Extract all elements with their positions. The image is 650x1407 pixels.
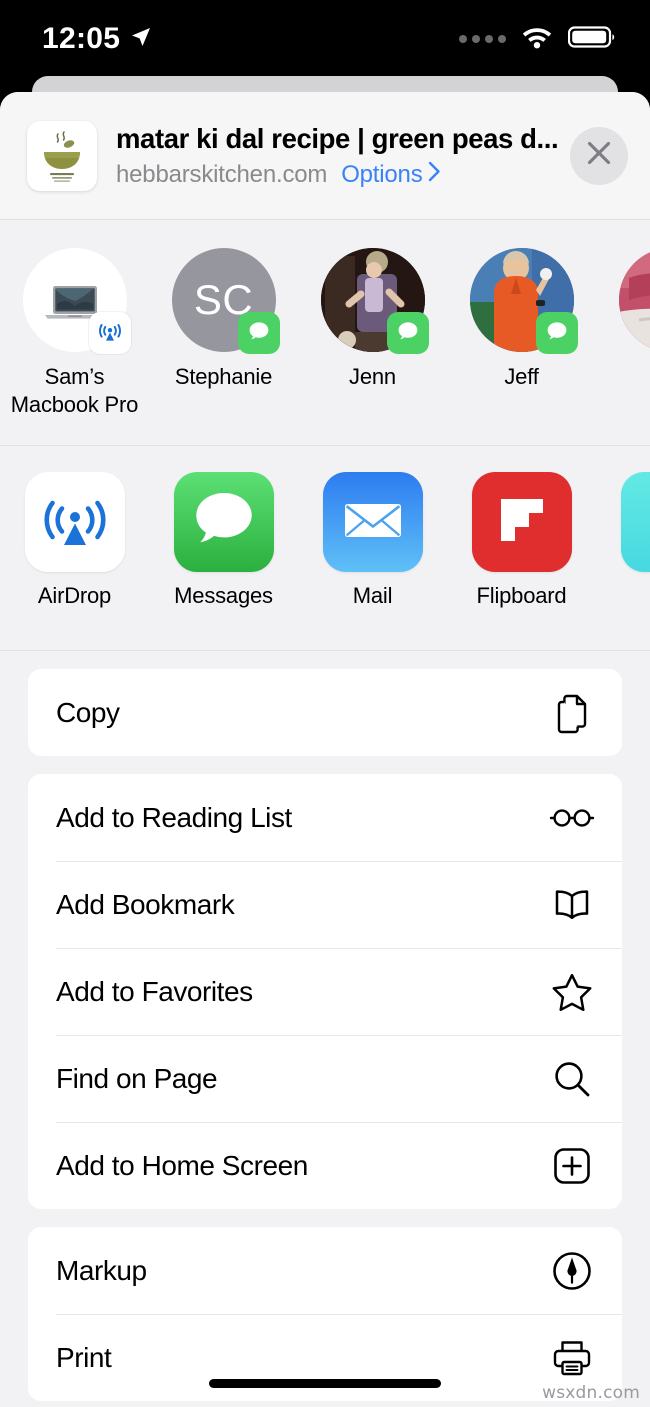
watermark: wsxdn.com [542,1383,640,1403]
action-lists: Copy Add to Reading List Add Bookmark Ad… [0,651,650,1401]
action-group: Copy [28,669,622,756]
airdrop-icon [95,316,125,351]
page-title: matar ki dal recipe | green peas d... [116,122,558,154]
action-row-add-favorites[interactable]: Add to Favorites [28,948,622,1035]
messages-icon [544,318,570,349]
messages-icon [246,318,272,349]
app-item-airdrop[interactable]: AirDrop [0,472,149,609]
action-row-find-on-page[interactable]: Find on Page [28,1035,622,1122]
mail-icon [338,485,408,560]
magnifier-icon [549,1056,595,1102]
play-icon [641,490,650,555]
app-icon [173,472,274,572]
action-group: Markup Print [28,1227,622,1401]
page-subtitle: hebbarskitchen.com Options [116,161,558,189]
chevron-right-icon [428,161,441,189]
hebbars-kitchen-logo [27,120,97,191]
status-bar-left: 12:05 [42,22,153,56]
plus-square-icon [549,1143,595,1189]
contact-name: Sam’s Macbook Pro [10,364,139,418]
app-icon [322,472,423,572]
app-icon [471,472,572,572]
airdrop-icon [37,482,113,563]
contacts-row[interactable]: Sam’s Macbook Pro SC Stephanie Jenn Jeff [0,220,650,446]
action-label: Add to Reading List [56,801,292,833]
action-row-add-home-screen[interactable]: Add to Home Screen [28,1122,622,1209]
action-row-add-bookmark[interactable]: Add Bookmark [28,861,622,948]
contact-name: Jenn [349,364,396,389]
action-label: Add to Favorites [56,975,253,1007]
action-label: Print [56,1341,112,1373]
app-item-flipboard[interactable]: Flipboard [447,472,596,609]
messages-badge [535,312,578,354]
flipboard-icon [491,489,553,556]
status-bar-right [459,24,616,54]
contact-item[interactable]: Sam’s Macbook Pro [0,248,149,419]
star-icon [549,969,595,1015]
avatar-wrap [320,248,429,354]
share-sheet: matar ki dal recipe | green peas d... he… [0,92,650,1407]
avatar [618,248,650,352]
messages-badge [237,312,280,354]
app-item-partial[interactable]: Fi [596,472,650,609]
signal-dots-icon [459,35,506,43]
action-label: Markup [56,1254,147,1286]
contact-item[interactable]: Jenn [298,248,447,391]
close-icon [585,139,613,172]
apps-row[interactable]: AirDrop Messages Mail Flipboard [0,446,650,651]
printer-icon [549,1335,595,1381]
app-item-messages[interactable]: Messages [149,472,298,609]
share-sheet-header: matar ki dal recipe | green peas d... he… [0,92,650,220]
home-indicator[interactable] [209,1379,441,1388]
app-name: Messages [174,583,273,608]
action-label: Copy [56,696,120,728]
location-arrow-icon [129,25,153,54]
action-label: Find on Page [56,1062,218,1094]
markup-pen-icon [549,1248,595,1294]
wifi-icon [520,24,554,54]
app-item-mail[interactable]: Mail [298,472,447,609]
copy-pages-icon [549,690,595,736]
app-name: Mail [352,583,393,608]
messages-icon [395,318,421,349]
contact-item[interactable]: SC Stephanie [149,248,298,391]
avatar-wrap: SC [171,248,280,354]
airdrop-badge [88,312,131,354]
action-label: Add Bookmark [56,888,235,920]
contact-item[interactable]: V [596,248,650,391]
share-target-info: matar ki dal recipe | green peas d... he… [116,122,558,189]
close-button[interactable] [570,126,628,185]
battery-icon [567,25,616,54]
page-domain: hebbarskitchen.com [116,161,328,189]
status-bar: 12:05 [0,0,650,78]
app-name: Flipboard [476,583,567,608]
contact-item[interactable]: Jeff [447,248,596,391]
messages-icon [186,482,262,563]
action-row-markup[interactable]: Markup [28,1227,622,1314]
action-label: Add to Home Screen [56,1149,308,1181]
app-icon [620,472,650,572]
contact-name: Jeff [504,364,539,389]
action-row-copy[interactable]: Copy [28,669,622,756]
options-button[interactable]: Options [341,161,440,189]
action-group: Add to Reading List Add Bookmark Add to … [28,774,622,1209]
contact-name: Stephanie [174,364,273,389]
status-time: 12:05 [42,22,121,55]
messages-badge [386,312,429,354]
avatar-wrap [618,248,650,352]
options-label: Options [341,161,423,189]
app-icon [24,472,125,572]
book-icon [549,882,595,928]
glasses-icon [549,795,595,841]
avatar-wrap [469,248,578,354]
app-name: AirDrop [37,583,112,608]
avatar-wrap [22,248,131,354]
action-row-reading-list[interactable]: Add to Reading List [28,774,622,861]
